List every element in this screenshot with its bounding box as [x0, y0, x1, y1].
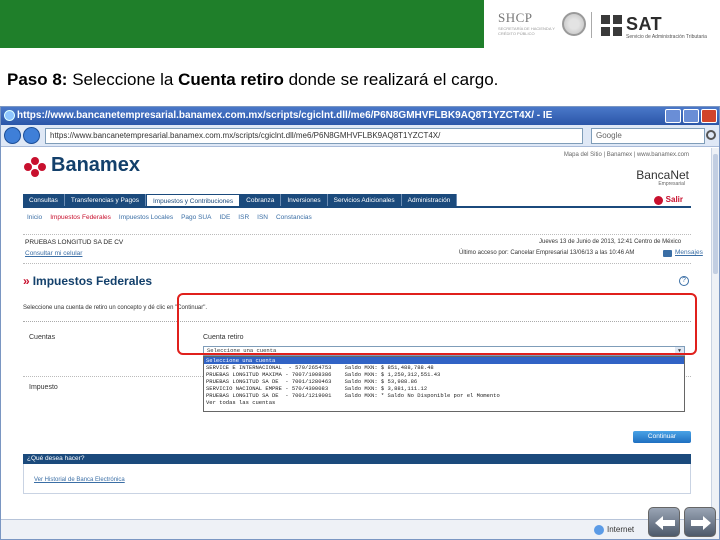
dropdown-option[interactable]: PRUEBAS LONGITUD MAXIMA - 7007/1008386 S…	[204, 371, 684, 378]
next-slide-button[interactable]	[684, 507, 716, 537]
que-desea-hacer-header: ¿Qué desea hacer?	[23, 454, 691, 464]
globe-icon	[594, 525, 604, 535]
mexico-seal-icon	[562, 12, 586, 36]
mensajes-link[interactable]: Mensajes	[675, 249, 703, 256]
sub-nav-item[interactable]: ISN	[257, 214, 268, 221]
previous-slide-button[interactable]	[648, 507, 680, 537]
shcp-logo-subtext: SECRETARÍA DE HACIENDA Y CRÉDITO PÚBLICO	[498, 26, 555, 36]
sub-nav: Inicio Impuestos Federales Impuestos Local…	[27, 214, 312, 221]
consultar-celular-link[interactable]: Consultar mi celular	[25, 250, 82, 257]
sub-nav-item[interactable]: Constancias	[276, 214, 312, 221]
maximize-button[interactable]	[683, 109, 699, 123]
impuesto-label: Impuesto	[29, 384, 58, 391]
company-info-row: PRUEBAS LONGITUD SA DE CV Consultar mi c…	[23, 234, 703, 264]
sat-logo-subtext: Servicio de Administración Tributaria	[626, 34, 707, 40]
dropdown-option[interactable]: SERVICIO NACIONAL EMPRE - 570/4300083 Sa…	[204, 385, 684, 392]
sub-nav-item[interactable]: Pago SUA	[181, 214, 211, 221]
banamex-brand: Banamex	[51, 154, 140, 176]
salir-link[interactable]: Salir	[666, 195, 683, 204]
slide-navigation	[648, 507, 716, 537]
slide-header: SHCP SECRETARÍA DE HACIENDA Y CRÉDITO PÚ…	[0, 0, 720, 48]
sub-nav-item[interactable]: IDE	[219, 214, 230, 221]
dropdown-option[interactable]: Seleccione una cuenta	[204, 357, 684, 364]
ie-icon	[4, 110, 15, 121]
shcp-logo-text: SHCP	[498, 10, 533, 25]
logo-divider	[591, 12, 592, 38]
nav-underline	[23, 206, 691, 208]
browser-window: https://www.bancanetempresarial.banamex.…	[0, 106, 720, 540]
sub-nav-item[interactable]: Impuestos Federales	[50, 214, 111, 221]
dropdown-option[interactable]: SERVICE E INTERNACIONAL - 570/2654753 Sa…	[204, 364, 684, 371]
ver-historial-link[interactable]: Ver Historial de Banca Electrónica	[34, 477, 125, 483]
dropdown-option[interactable]: Ver todas las cuentas	[204, 399, 684, 406]
browser-title: https://www.bancanetempresarial.banamex.…	[17, 110, 553, 121]
bancanet-logo: BancaNet	[636, 168, 689, 182]
url-input[interactable]: https://www.bancanetempresarial.banamex.…	[45, 128, 583, 144]
close-button[interactable]	[701, 109, 717, 123]
vertical-scrollbar[interactable]	[711, 148, 719, 519]
green-header-bar	[0, 0, 484, 48]
company-name: PRUEBAS LONGITUD SA DE CV	[25, 239, 124, 246]
date-info: Jueves 13 de Junio de 2013, 12:41 Centro…	[539, 239, 682, 245]
top-links[interactable]: Mapa del Sitio | Banamex | www.banamex.c…	[564, 152, 689, 158]
dropdown-option[interactable]: PRUEBAS LONGITUD SA DE - 7001/1280463 Sa…	[204, 378, 684, 385]
continuar-button[interactable]: Continuar	[633, 431, 691, 443]
status-zone: Internet	[607, 525, 635, 534]
step-number: Paso 8:	[7, 70, 68, 89]
cuenta-retiro-dropdown: Seleccione una cuenta SERVICE E INTERNACI…	[203, 356, 685, 412]
help-icon[interactable]: ?	[679, 276, 689, 286]
status-bar: Internet	[1, 519, 719, 539]
arrow-left-icon	[655, 516, 675, 530]
sub-nav-item[interactable]: Inicio	[27, 214, 42, 221]
highlight-annotation	[177, 293, 697, 355]
banamex-page: Mapa del Sitio | Banamex | www.banamex.c…	[1, 148, 713, 519]
search-icon[interactable]	[706, 130, 716, 140]
step-text-emphasis: Cuenta retiro	[178, 70, 284, 89]
bancanet-subtitle: Empresarial	[658, 181, 685, 187]
shcp-logo: SHCP SECRETARÍA DE HACIENDA Y CRÉDITO PÚ…	[498, 10, 562, 42]
sat-logo-text: SAT	[626, 14, 663, 34]
last-access-info: Último acceso por: Cancelar Empresarial …	[459, 250, 635, 256]
step-text-part2: donde se realizará el cargo.	[283, 70, 499, 89]
browser-title-bar: https://www.bancanetempresarial.banamex.…	[1, 107, 719, 125]
cuentas-label: Cuentas	[29, 334, 56, 341]
step-title: Paso 8: Seleccione la Cuenta retiro dond…	[7, 70, 498, 90]
chevron-right-icon: »	[23, 274, 30, 288]
sat-logo-icon	[601, 15, 622, 36]
section-title: » Impuestos Federales	[23, 274, 152, 288]
messages-icon[interactable]	[663, 250, 672, 257]
section-title-text: Impuestos Federales	[32, 274, 153, 288]
sub-nav-item[interactable]: ISR	[238, 214, 249, 221]
window-controls	[665, 109, 717, 123]
que-desea-hacer-panel: Ver Historial de Banca Electrónica	[23, 464, 691, 494]
arrow-right-icon	[691, 516, 711, 530]
back-icon[interactable]	[4, 127, 21, 144]
dropdown-option[interactable]: PRUEBAS LONGITUD SA DE - 7001/1219001 Sa…	[204, 392, 684, 399]
scrollbar-thumb[interactable]	[713, 154, 718, 274]
address-bar: https://www.bancanetempresarial.banamex.…	[1, 125, 719, 147]
sub-nav-item[interactable]: Impuestos Locales	[119, 214, 173, 221]
minimize-button[interactable]	[665, 109, 681, 123]
banamex-logo-icon	[24, 157, 46, 177]
salir-icon[interactable]	[654, 196, 663, 205]
step-text-part1: Seleccione la	[67, 70, 179, 89]
forward-icon[interactable]	[23, 127, 40, 144]
search-input[interactable]: Google	[591, 128, 705, 144]
